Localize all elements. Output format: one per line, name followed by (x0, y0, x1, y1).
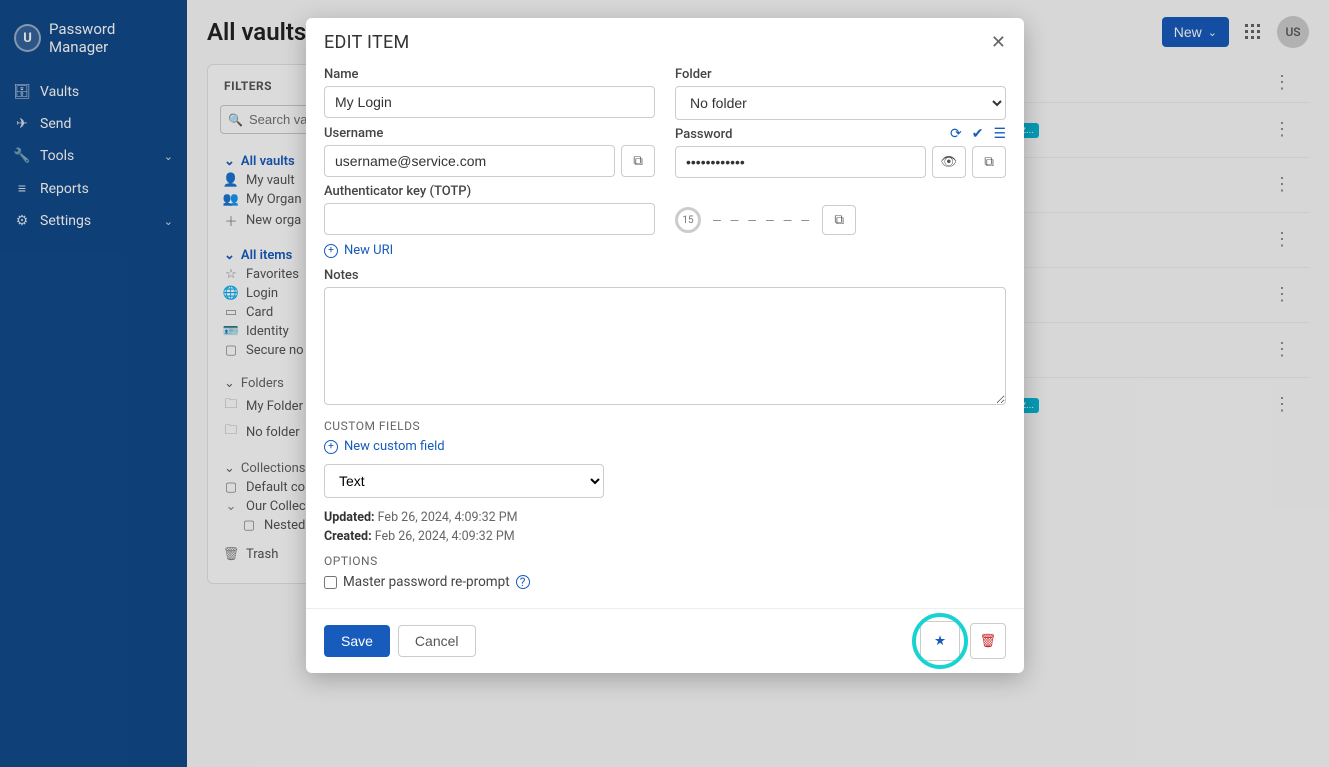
save-button[interactable]: Save (324, 625, 390, 657)
help-icon[interactable]: ? (516, 575, 530, 589)
totp-label: Authenticator key (TOTP) (324, 184, 655, 199)
favorite-button[interactable]: ★ (920, 621, 960, 661)
name-label: Name (324, 67, 655, 82)
updated-meta: Updated: Feb 26, 2024, 4:09:32 PM (324, 510, 1006, 525)
close-button[interactable]: ✕ (991, 32, 1006, 53)
custom-fields-heading: CUSTOM FIELDS (324, 419, 1006, 433)
name-input[interactable] (324, 86, 655, 118)
toggle-password-button[interactable]: 👁 (932, 146, 966, 178)
reprompt-checkbox[interactable] (324, 576, 337, 589)
username-input[interactable] (324, 145, 615, 177)
new-custom-field-link[interactable]: + New custom field (324, 439, 1006, 454)
totp-code: – – – – – – (713, 213, 810, 228)
cancel-button[interactable]: Cancel (398, 625, 476, 657)
username-label: Username (324, 126, 655, 141)
totp-timer: 15 (675, 207, 701, 233)
trash-icon: 🗑 (980, 633, 997, 649)
password-input[interactable] (675, 146, 926, 178)
reprompt-label: Master password re-prompt (343, 574, 510, 590)
copy-password-button[interactable]: ⧉ (972, 146, 1006, 178)
created-meta: Created: Feb 26, 2024, 4:09:32 PM (324, 529, 1006, 544)
plus-circle-icon: + (324, 440, 338, 454)
folder-select[interactable]: No folder (675, 86, 1006, 120)
copy-icon: ⧉ (984, 154, 994, 170)
delete-button[interactable]: 🗑 (970, 623, 1006, 659)
password-label: Password (675, 127, 732, 142)
options-heading: OPTIONS (324, 554, 1006, 568)
notes-label: Notes (324, 268, 1006, 283)
copy-totp-button[interactable]: ⧉ (822, 205, 856, 235)
custom-field-type-select[interactable]: Text (324, 464, 604, 498)
generate-password-icon[interactable]: ⟳ (950, 126, 962, 142)
edit-item-modal: EDIT ITEM ✕ Name Folder No folder Userna… (306, 18, 1024, 673)
new-uri-link[interactable]: + New URI (324, 243, 1006, 258)
password-history-icon[interactable]: ☰ (993, 126, 1006, 142)
copy-icon: ⧉ (834, 212, 844, 228)
notes-textarea[interactable] (324, 287, 1006, 405)
totp-input[interactable] (324, 203, 655, 235)
eye-icon: 👁 (941, 154, 958, 170)
plus-circle-icon: + (324, 244, 338, 258)
folder-label: Folder (675, 67, 1006, 82)
check-password-icon[interactable]: ✔ (972, 126, 984, 142)
copy-icon: ⧉ (633, 153, 643, 169)
modal-title: EDIT ITEM (324, 32, 410, 53)
star-icon: ★ (934, 633, 946, 649)
copy-username-button[interactable]: ⧉ (621, 145, 655, 177)
